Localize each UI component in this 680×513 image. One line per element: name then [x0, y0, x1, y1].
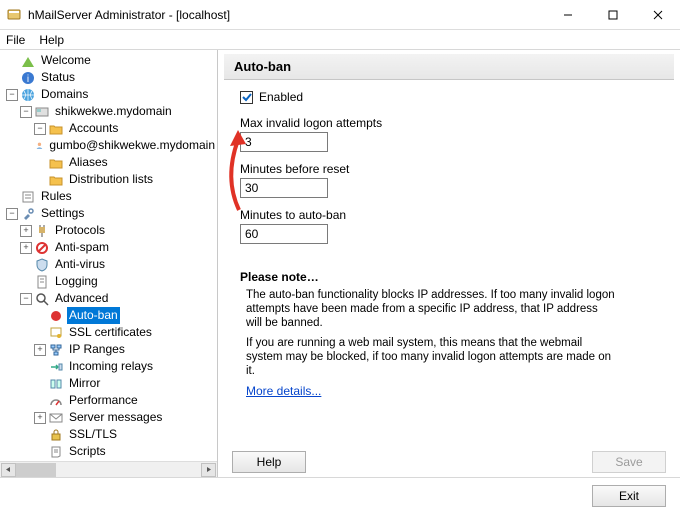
tree-rules[interactable]: Rules	[2, 188, 217, 205]
user-icon	[35, 138, 44, 154]
tree-mirror[interactable]: Mirror	[2, 375, 217, 392]
enabled-checkbox[interactable]	[240, 91, 253, 104]
tree-servermsg[interactable]: + Server messages	[2, 409, 217, 426]
shield-icon	[34, 257, 50, 273]
tree-domains[interactable]: − Domains	[2, 86, 217, 103]
nav-tree[interactable]: Welcome i Status − Domains − shikwekwe.m…	[0, 50, 217, 461]
tree-distlists[interactable]: Distribution lists	[2, 171, 217, 188]
close-button[interactable]	[635, 0, 680, 30]
gauge-icon	[48, 393, 64, 409]
script-icon	[48, 444, 64, 460]
network-icon	[48, 342, 64, 358]
note-paragraph-1: The auto-ban functionality blocks IP add…	[246, 288, 616, 330]
section-header: Auto-ban	[224, 54, 674, 80]
svg-text:i: i	[27, 74, 29, 85]
folder-icon	[48, 172, 64, 188]
ban-minutes-label: Minutes to auto-ban	[240, 208, 680, 222]
save-button[interactable]: Save	[592, 451, 666, 473]
lock-icon	[48, 427, 64, 443]
title-bar: hMailServer Administrator - [localhost]	[0, 0, 680, 30]
more-details-link[interactable]: More details...	[246, 384, 321, 398]
note-paragraph-2: If you are running a web mail system, th…	[246, 336, 616, 378]
tree-aliases[interactable]: Aliases	[2, 154, 217, 171]
horizontal-scrollbar[interactable]	[0, 461, 217, 477]
tree-autoban[interactable]: Auto-ban	[2, 307, 217, 324]
bottom-bar: Exit	[0, 477, 680, 513]
relay-icon	[48, 359, 64, 375]
menu-bar: File Help	[0, 30, 680, 50]
welcome-icon	[20, 53, 36, 69]
help-button[interactable]: Help	[232, 451, 306, 473]
tree-domain-item[interactable]: − shikwekwe.mydomain	[2, 103, 217, 120]
scroll-thumb[interactable]	[16, 463, 56, 477]
content-pane: Auto-ban Enabled Max invalid logon attem…	[218, 50, 680, 477]
folder-icon	[48, 121, 64, 137]
max-attempts-label: Max invalid logon attempts	[240, 116, 680, 130]
tree-ssltls[interactable]: SSL/TLS	[2, 426, 217, 443]
folder-icon	[48, 155, 64, 171]
info-icon: i	[20, 70, 36, 86]
tree-user[interactable]: gumbo@shikwekwe.mydomain	[2, 137, 217, 154]
cert-icon	[48, 325, 64, 341]
note-title: Please note…	[240, 270, 616, 284]
tree-sslcerts[interactable]: SSL certificates	[2, 324, 217, 341]
enabled-label: Enabled	[259, 90, 303, 104]
reset-minutes-label: Minutes before reset	[240, 162, 680, 176]
doc-icon	[34, 274, 50, 290]
window-title: hMailServer Administrator - [localhost]	[28, 8, 230, 22]
tree-protocols[interactable]: + Protocols	[2, 222, 217, 239]
note-area: Please note… The auto-ban functionality …	[218, 254, 638, 398]
menu-help[interactable]: Help	[39, 33, 64, 47]
app-icon	[6, 7, 22, 23]
tree-accounts[interactable]: − Accounts	[2, 120, 217, 137]
mirror-icon	[48, 376, 64, 392]
exit-button[interactable]: Exit	[592, 485, 666, 507]
tree-status[interactable]: i Status	[2, 69, 217, 86]
tree-scripts[interactable]: Scripts	[2, 443, 217, 460]
tree-increlays[interactable]: Incoming relays	[2, 358, 217, 375]
globe-icon	[20, 87, 36, 103]
rules-icon	[20, 189, 36, 205]
tree-settings[interactable]: − Settings	[2, 205, 217, 222]
tree-ipranges[interactable]: + IP Ranges	[2, 341, 217, 358]
card-icon	[34, 104, 50, 120]
menu-file[interactable]: File	[6, 33, 25, 47]
collapse-icon[interactable]: −	[6, 89, 18, 101]
stop-icon	[48, 308, 64, 324]
tree-antispam[interactable]: + Anti-spam	[2, 239, 217, 256]
no-icon	[34, 240, 50, 256]
max-attempts-input[interactable]	[240, 132, 328, 152]
tree-pane: Welcome i Status − Domains − shikwekwe.m…	[0, 50, 218, 477]
reset-minutes-input[interactable]	[240, 178, 328, 198]
scroll-right-button[interactable]	[201, 463, 216, 477]
magnifier-icon	[34, 291, 50, 307]
maximize-button[interactable]	[590, 0, 635, 30]
mail-icon	[48, 410, 64, 426]
tree-antivirus[interactable]: Anti-virus	[2, 256, 217, 273]
tree-logging[interactable]: Logging	[2, 273, 217, 290]
plug-icon	[34, 223, 50, 239]
ban-minutes-input[interactable]	[240, 224, 328, 244]
tree-performance[interactable]: Performance	[2, 392, 217, 409]
tree-advanced[interactable]: − Advanced	[2, 290, 217, 307]
tree-welcome[interactable]: Welcome	[2, 52, 217, 69]
scroll-left-button[interactable]	[1, 463, 16, 477]
minimize-button[interactable]	[545, 0, 590, 30]
tools-icon	[20, 206, 36, 222]
